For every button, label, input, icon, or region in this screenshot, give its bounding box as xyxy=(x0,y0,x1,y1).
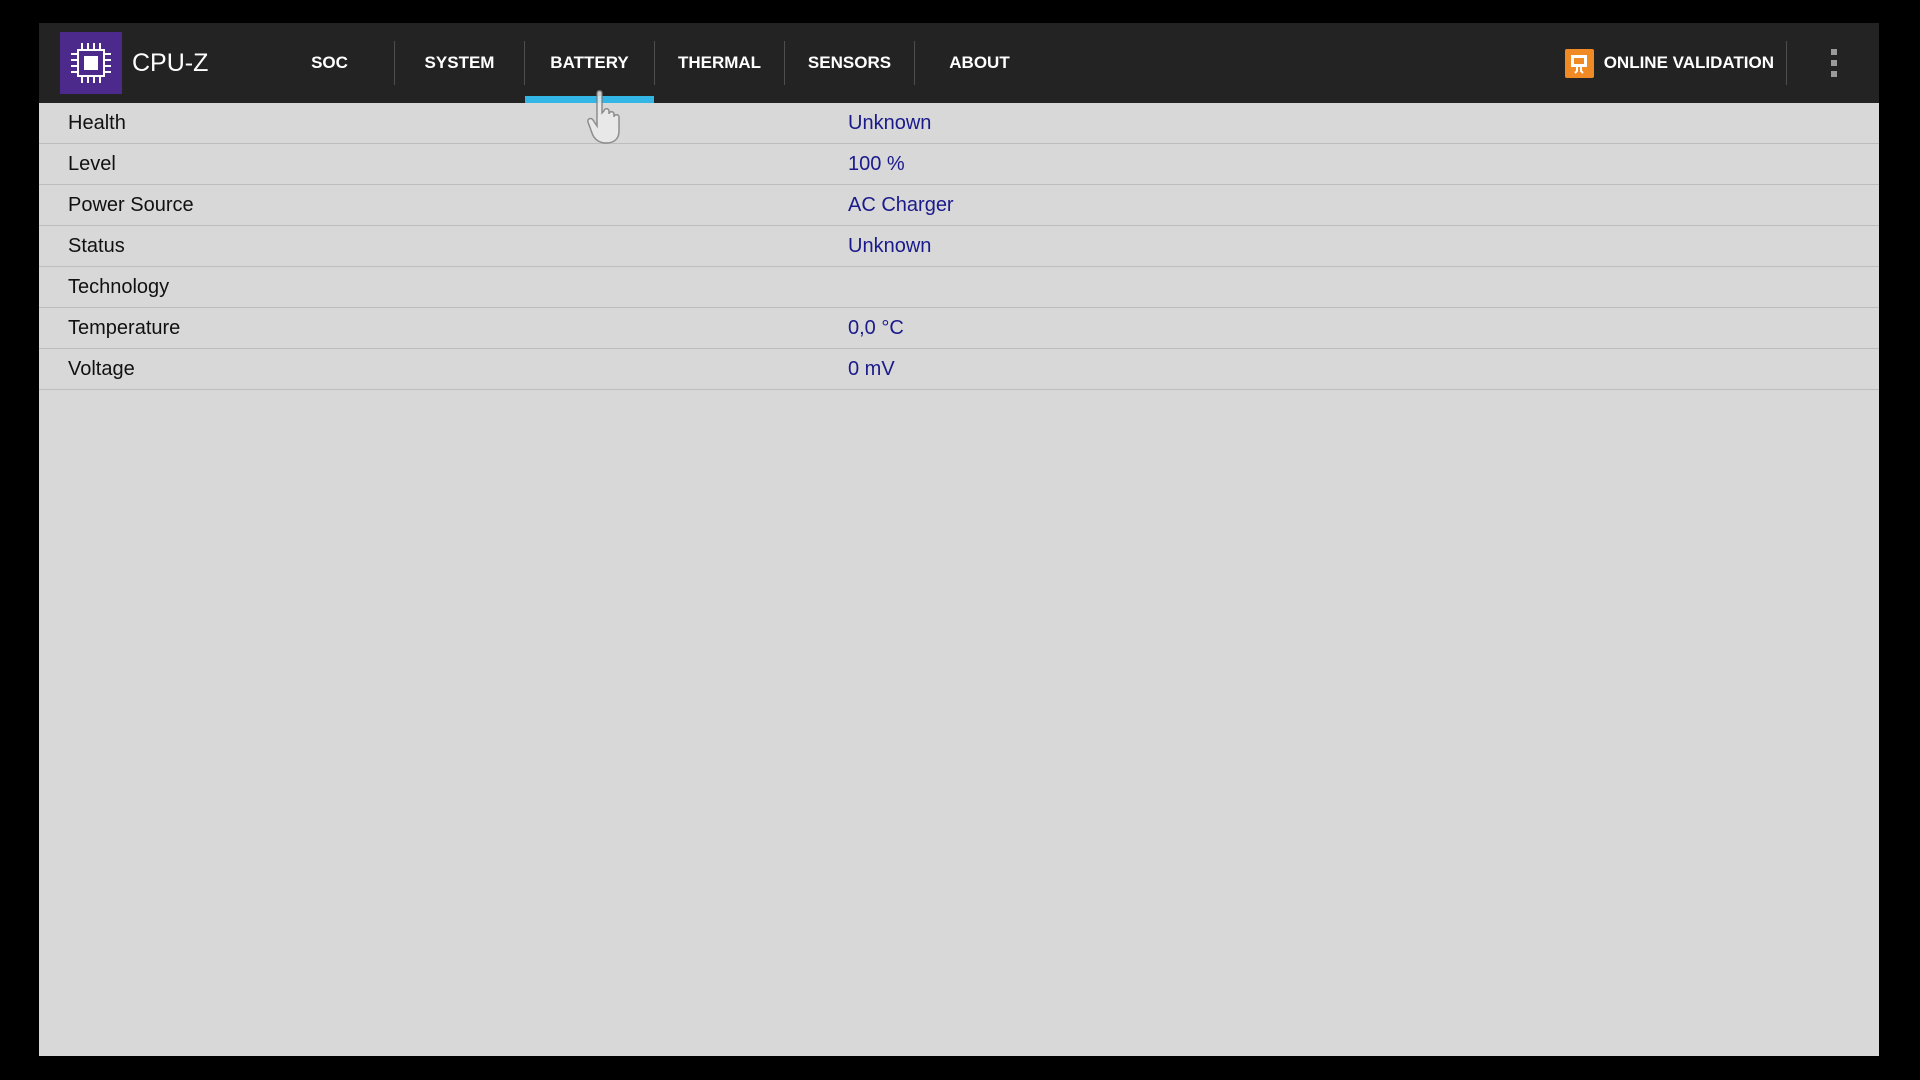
more-vertical-icon[interactable] xyxy=(1819,41,1849,85)
row-value: 0 mV xyxy=(848,358,895,380)
row-value: Unknown xyxy=(848,235,932,257)
tab-thermal[interactable]: THERMAL xyxy=(655,23,784,103)
table-row: Status Unknown xyxy=(39,226,1879,267)
row-value: 100 % xyxy=(848,153,905,175)
row-label: Level xyxy=(68,153,116,175)
row-label: Power Source xyxy=(68,194,194,216)
table-row: Temperature 0,0 °C xyxy=(39,308,1879,349)
row-label: Health xyxy=(68,112,126,134)
action-bar: CPU-Z SOC SYSTEM BATTERY THERMAL SENSORS… xyxy=(39,23,1879,103)
table-row: Technology xyxy=(39,267,1879,308)
table-row: Voltage 0 mV xyxy=(39,349,1879,390)
online-validation-label: ONLINE VALIDATION xyxy=(1603,53,1774,72)
tab-bar: SOC SYSTEM BATTERY THERMAL SENSORS ABOUT xyxy=(265,23,1044,103)
app-screen: CPU-Z SOC SYSTEM BATTERY THERMAL SENSORS… xyxy=(39,23,1879,1056)
validation-icon xyxy=(1564,48,1594,78)
tab-sensors[interactable]: SENSORS xyxy=(785,23,914,103)
row-value: AC Charger xyxy=(848,194,954,216)
table-row: Power Source AC Charger xyxy=(39,185,1879,226)
tab-battery[interactable]: BATTERY xyxy=(525,23,654,103)
table-row: Health Unknown xyxy=(39,103,1879,144)
row-value: Unknown xyxy=(848,112,932,134)
row-label: Temperature xyxy=(68,317,181,339)
cpu-chip-icon xyxy=(60,32,122,94)
action-divider xyxy=(1786,41,1787,85)
tab-system[interactable]: SYSTEM xyxy=(395,23,524,103)
tab-soc[interactable]: SOC xyxy=(265,23,394,103)
table-row: Level 100 % xyxy=(39,144,1879,185)
row-value: 0,0 °C xyxy=(848,317,904,339)
app-title: CPU-Z xyxy=(132,49,209,77)
row-label: Technology xyxy=(68,276,170,298)
tab-about[interactable]: ABOUT xyxy=(915,23,1044,103)
row-label: Voltage xyxy=(68,358,135,380)
row-label: Status xyxy=(68,235,125,257)
battery-info-table: Health Unknown Level 100 % Power Source … xyxy=(39,103,1879,390)
online-validation-button[interactable]: ONLINE VALIDATION xyxy=(1564,23,1774,103)
